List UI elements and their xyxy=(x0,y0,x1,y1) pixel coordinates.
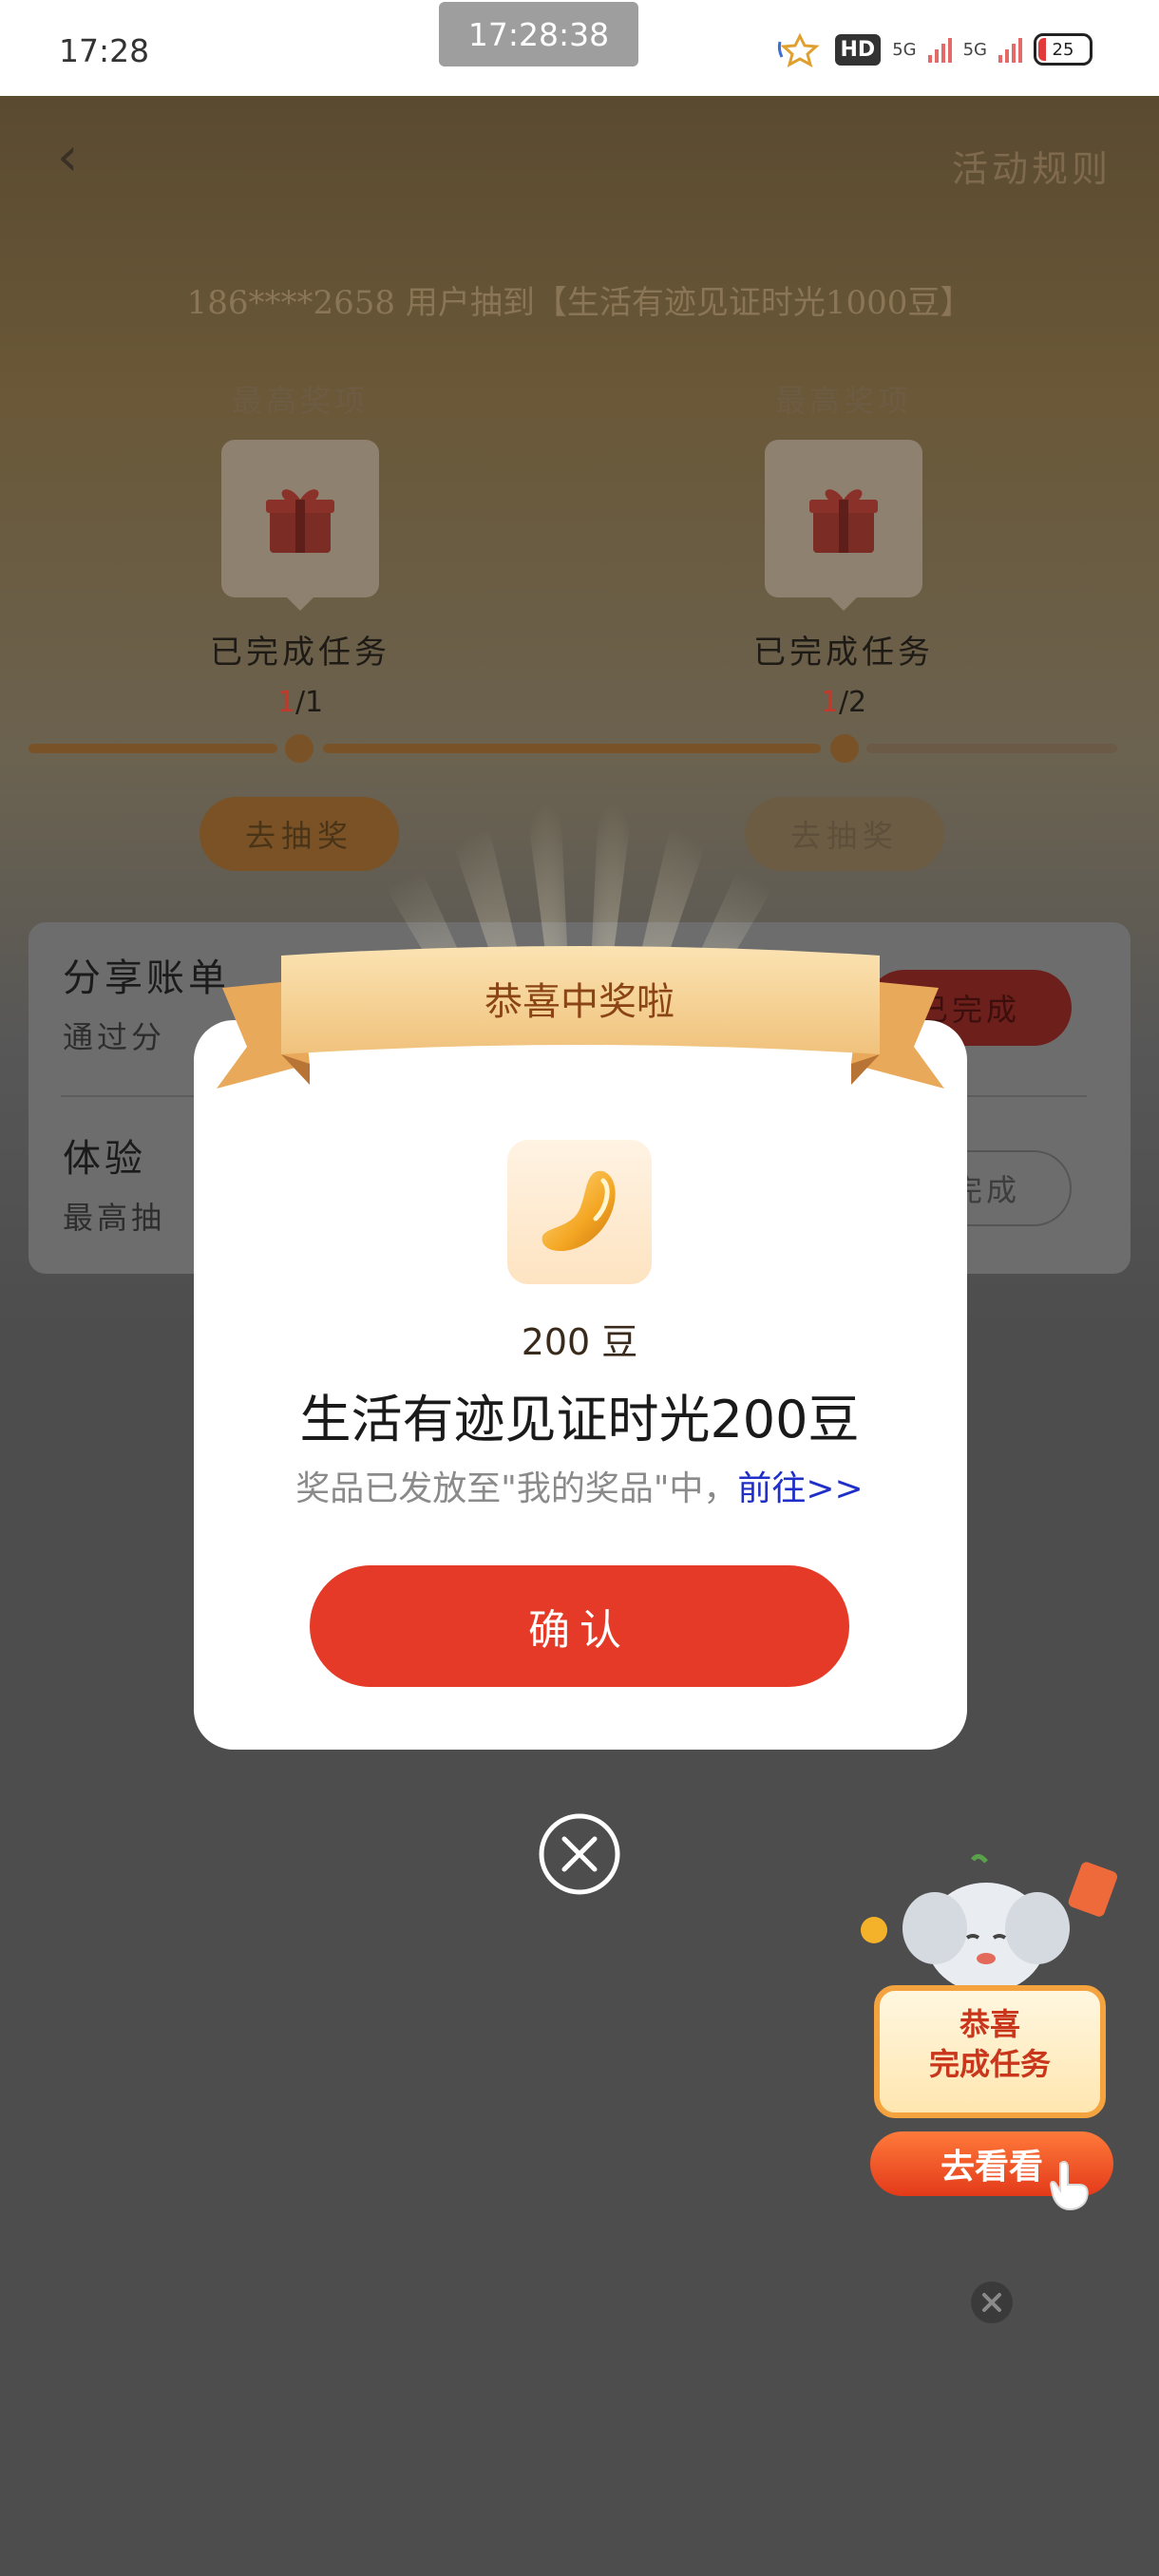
close-icon[interactable] xyxy=(538,1812,621,1896)
congrats-card: 恭喜 完成任务 xyxy=(874,1985,1106,2118)
progress-track-remaining xyxy=(866,744,1117,753)
hd-voice-icon: HD xyxy=(834,33,882,66)
back-arrow-icon[interactable]: ‹ xyxy=(57,131,104,184)
milestone-1: 最高奖项 已完成任务 1/1 xyxy=(177,377,424,719)
milestone-label: 最高奖项 xyxy=(774,383,912,419)
activity-rules-link[interactable]: 活动规则 xyxy=(952,140,1112,192)
close-widget-icon[interactable] xyxy=(969,2280,1015,2325)
pointer-hand-icon xyxy=(1049,2160,1089,2211)
status-bar: 17:28 17:28:38 HD 5G 5G 25 xyxy=(0,0,1159,96)
gift-box xyxy=(765,440,922,611)
task-experience: 体验 最高抽 xyxy=(63,1127,165,1238)
my-prizes-link[interactable]: 前往>> xyxy=(737,1469,863,1508)
confirm-button[interactable]: 确认 xyxy=(310,1565,849,1687)
task-complete-widget[interactable]: 恭喜 完成任务 去看看 xyxy=(855,1852,1117,2232)
task-subtitle: 最高抽 xyxy=(63,1200,166,1236)
signal-5g-label-2: 5G xyxy=(962,39,987,60)
congrats-title: 恭喜中奖啦 xyxy=(484,980,674,1024)
widget-line-2: 完成任务 xyxy=(928,2046,1051,2082)
gift-icon xyxy=(809,489,878,553)
gift-box xyxy=(221,440,379,611)
prize-name: 生活有迹见证时光200豆 xyxy=(299,1390,860,1449)
widget-line-1: 恭喜 xyxy=(959,2006,1020,2042)
prize-image xyxy=(507,1140,652,1284)
progress-track-segment xyxy=(28,744,277,753)
prize-amount: 200 豆 xyxy=(521,1321,638,1363)
screen-record-timer[interactable]: 17:28:38 xyxy=(439,2,638,66)
signal-5g-label: 5G xyxy=(892,39,917,60)
milestone-status: 已完成任务 xyxy=(753,634,934,672)
milestone-label: 最高奖项 xyxy=(231,383,369,419)
signal-bars-icon xyxy=(927,36,952,63)
winner-ticker: 186****2658 用户抽到【生活有迹见证时光1000豆】 xyxy=(186,284,973,322)
prize-note: 奖品已发放至"我的奖品"中，前往>> xyxy=(295,1469,864,1508)
status-icons: HD 5G 5G 25 xyxy=(776,28,1092,70)
signal-bars-icon-2 xyxy=(998,36,1022,63)
gold-bean-icon xyxy=(542,1170,616,1252)
status-time: 17:28 xyxy=(59,32,150,69)
task-title: 体验 xyxy=(63,1137,146,1181)
assistant-icon xyxy=(777,32,820,68)
milestone-status: 已完成任务 xyxy=(210,634,390,672)
battery-icon: 25 xyxy=(1034,33,1092,66)
gift-icon xyxy=(266,489,334,553)
milestone-2: 最高奖项 已完成任务 1/2 xyxy=(720,377,967,719)
